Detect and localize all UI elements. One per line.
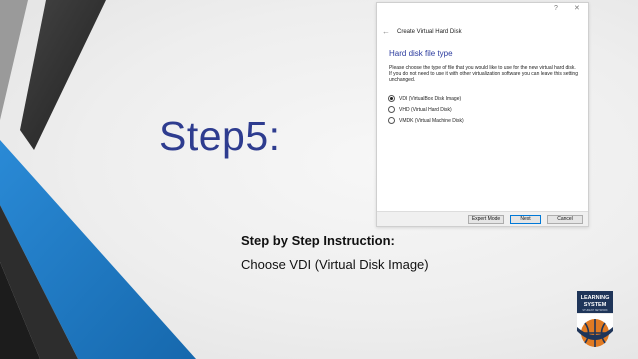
back-arrow-icon[interactable]: ←	[382, 28, 390, 36]
close-button[interactable]: ✕	[574, 5, 580, 13]
radio-button[interactable]	[388, 117, 395, 124]
slide-title: Step5:	[159, 113, 281, 159]
learning-system-logo: LEARNING SYSTEM STUDENT NETWORK	[577, 291, 613, 347]
expert-mode-button[interactable]: Expert Mode	[468, 215, 504, 224]
dialog-titlebar: ? ✕	[377, 3, 588, 17]
radio-label: VHD (Virtual Hard Disk)	[399, 106, 452, 113]
logo-tagline: STUDENT NETWORK	[582, 309, 608, 312]
radio-option-vhd[interactable]: VHD (Virtual Hard Disk)	[388, 106, 452, 113]
radio-button[interactable]	[388, 106, 395, 113]
slide: Step5: Step by Step Instruction: Choose …	[0, 0, 638, 359]
slide-body-text: Choose VDI (Virtual Disk Image)	[241, 257, 429, 272]
radio-option-vdi[interactable]: VDI (VirtualBox Disk Image)	[388, 95, 461, 102]
help-button[interactable]: ?	[554, 5, 558, 13]
dialog-heading: Hard disk file type	[389, 49, 453, 58]
logo-text-learning: LEARNING	[581, 295, 610, 301]
radio-button[interactable]	[388, 95, 395, 102]
radio-label: VMDK (Virtual Machine Disk)	[399, 117, 464, 124]
create-virtual-hard-disk-dialog: ? ✕ ← Create Virtual Hard Disk Hard disk…	[376, 2, 589, 227]
next-button[interactable]: Next	[510, 215, 541, 224]
dialog-description: Please choose the type of file that you …	[389, 65, 578, 83]
radio-label: VDI (VirtualBox Disk Image)	[399, 95, 462, 102]
radio-option-vmdk[interactable]: VMDK (Virtual Machine Disk)	[388, 117, 464, 124]
slide-subheading: Step by Step Instruction:	[241, 233, 395, 248]
logo-text-system: SYSTEM	[584, 302, 607, 308]
dialog-footer: Expert Mode Next Cancel	[377, 211, 588, 226]
dialog-title: Create Virtual Hard Disk	[397, 29, 462, 35]
cancel-button[interactable]: Cancel	[547, 215, 583, 224]
